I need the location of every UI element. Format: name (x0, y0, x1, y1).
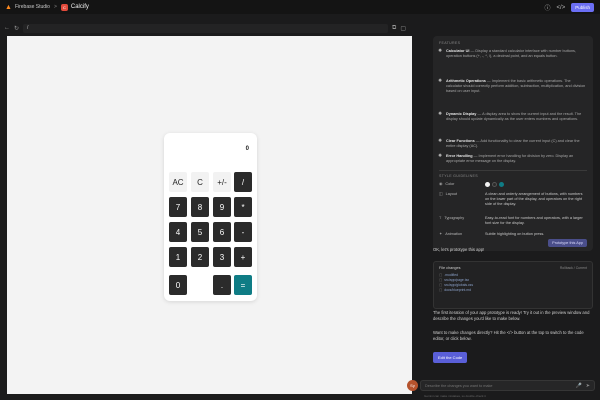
assistant-message: Want to make changes directly? Hit the <… (433, 330, 584, 341)
app-blueprint-card: FEATURES ✹ Calculator UI — Display a sta… (433, 36, 593, 251)
style-label: Color (445, 182, 455, 186)
color-swatch (499, 182, 504, 187)
sparkle-icon: ✹ (438, 138, 443, 144)
feature-name: Clear Functions (446, 139, 475, 143)
disclaimer-note: Gemini can make mistakes, so double-chec… (424, 394, 486, 398)
calculator: 0 AC C +/-/ 7 8 9 * 4 5 6- 1 2 3 +0. = (164, 133, 257, 301)
prototype-app-button[interactable]: Prototype this App (548, 239, 587, 247)
preview-url: / (27, 25, 29, 31)
features-heading: FEATURES (439, 41, 461, 45)
style-value: Subtle highlighting on button press. (485, 232, 545, 236)
calc-key[interactable]: +/- (213, 172, 231, 192)
feature-name: Arithmetic Operations (446, 79, 486, 83)
top-bar: ▲ Firebase Studio > C Calcify ⓘ </> Publ… (0, 0, 600, 14)
calc-key[interactable]: 3 (213, 247, 231, 267)
file-icon: ▢ (439, 273, 443, 277)
typography-icon: T (439, 216, 442, 220)
calc-key[interactable]: C (191, 172, 209, 192)
fullscreen-icon[interactable]: ▢ (400, 25, 406, 32)
file-icon: ▢ (439, 288, 443, 292)
calc-key[interactable]: 1 (169, 247, 187, 267)
calc-key[interactable]: * (234, 197, 252, 217)
file-icon: ▢ (439, 283, 443, 287)
assistant-ack: OK, let's prototype this app! (433, 247, 485, 252)
divider (439, 170, 587, 171)
style-label: Layout (445, 192, 457, 196)
microphone-icon[interactable]: 🎤 (576, 383, 582, 389)
style-label: Animation (445, 232, 463, 236)
preview-url-field[interactable]: / (23, 23, 389, 33)
refresh-icon[interactable]: ↻ (14, 25, 19, 32)
code-toggle-icon[interactable]: </> (557, 5, 566, 11)
edit-code-button[interactable]: Edit the Code (433, 352, 468, 363)
calculator-display: 0 (245, 146, 249, 152)
feature-name: Error Handling (446, 154, 473, 158)
assistant-message: The first iteration of your app prototyp… (433, 310, 590, 321)
calc-key[interactable]: 2 (191, 247, 209, 267)
feature-item: ✹ Dynamic Display — A display area to sh… (438, 111, 582, 121)
app-badge-icon: C (60, 3, 68, 11)
feature-item: ✹ Arithmetic Operations — Implement the … (438, 78, 586, 93)
sparkle-icon: ✹ (438, 78, 443, 84)
file-changes-actions[interactable]: Rollback / Current (560, 266, 587, 270)
file-icon: ▢ (439, 278, 443, 282)
chat-input[interactable] (425, 383, 576, 388)
chat-input-bar: 🎤 ➤ (420, 380, 595, 391)
feature-name: Calculator UI (446, 49, 470, 53)
calc-key[interactable]: 8 (191, 197, 209, 217)
firebase-logo-icon[interactable]: ▲ (5, 4, 12, 11)
style-value: Easy-to-read font for numbers and operat… (485, 216, 583, 225)
calc-key[interactable]: 7 (169, 197, 187, 217)
calc-key[interactable]: AC (169, 172, 187, 192)
product-name[interactable]: Firebase Studio (15, 4, 50, 10)
user-avatar[interactable]: Sy (407, 380, 418, 391)
calc-key[interactable]: / (234, 172, 252, 192)
style-value: A clean and orderly arrangement of butto… (485, 192, 583, 206)
help-icon[interactable]: ⓘ (545, 3, 551, 12)
style-guidelines-heading: STYLE GUIDELINES (439, 174, 478, 178)
layout-icon: ◫ (439, 192, 443, 196)
breadcrumb-separator: > (53, 4, 57, 10)
app-name[interactable]: Calcify (71, 4, 89, 10)
sparkle-icon: ✹ (438, 153, 443, 159)
calc-key[interactable]: 0 (169, 275, 187, 295)
calc-key[interactable]: 5 (191, 222, 209, 242)
preview-toolbar: ← ↻ / ⧉ ▢ (0, 21, 410, 35)
animation-icon: ✦ (439, 232, 443, 236)
feature-name: Dynamic Display (446, 112, 477, 116)
open-external-icon[interactable]: ⧉ (392, 25, 396, 32)
sparkle-icon: ✹ (438, 48, 443, 54)
color-swatches (485, 182, 585, 187)
calc-key[interactable]: . (213, 275, 231, 295)
feature-item: ✹ Error Handling — Implement error handl… (438, 153, 574, 163)
file-change-item[interactable]: ▢ docs/blueprint.md (439, 288, 587, 293)
calc-key[interactable]: 9 (213, 197, 231, 217)
style-label: Typography (444, 216, 465, 220)
calc-key[interactable]: - (234, 222, 252, 242)
palette-icon: ◉ (439, 182, 443, 186)
sparkle-icon: ✹ (438, 111, 443, 117)
calc-key[interactable]: + (234, 247, 252, 267)
calc-key[interactable]: 4 (169, 222, 187, 242)
file-changes-card: File changes Rollback / Current ▢ .modifi… (433, 261, 593, 309)
publish-button[interactable]: Publish (571, 3, 594, 12)
calc-key[interactable]: 6 (213, 222, 231, 242)
feature-item: ✹ Calculator UI — Display a standard cal… (438, 48, 577, 58)
send-icon[interactable]: ➤ (586, 383, 590, 389)
chat-panel: FEATURES ✹ Calculator UI — Display a sta… (423, 14, 600, 400)
back-icon[interactable]: ← (4, 25, 10, 31)
calc-key[interactable]: = (234, 275, 252, 295)
feature-item: ✹ Clear Functions — Add functionality to… (438, 138, 580, 148)
top-right-actions: ⓘ </> Publish (545, 3, 594, 12)
color-swatch (485, 182, 490, 187)
color-swatch (492, 182, 497, 187)
